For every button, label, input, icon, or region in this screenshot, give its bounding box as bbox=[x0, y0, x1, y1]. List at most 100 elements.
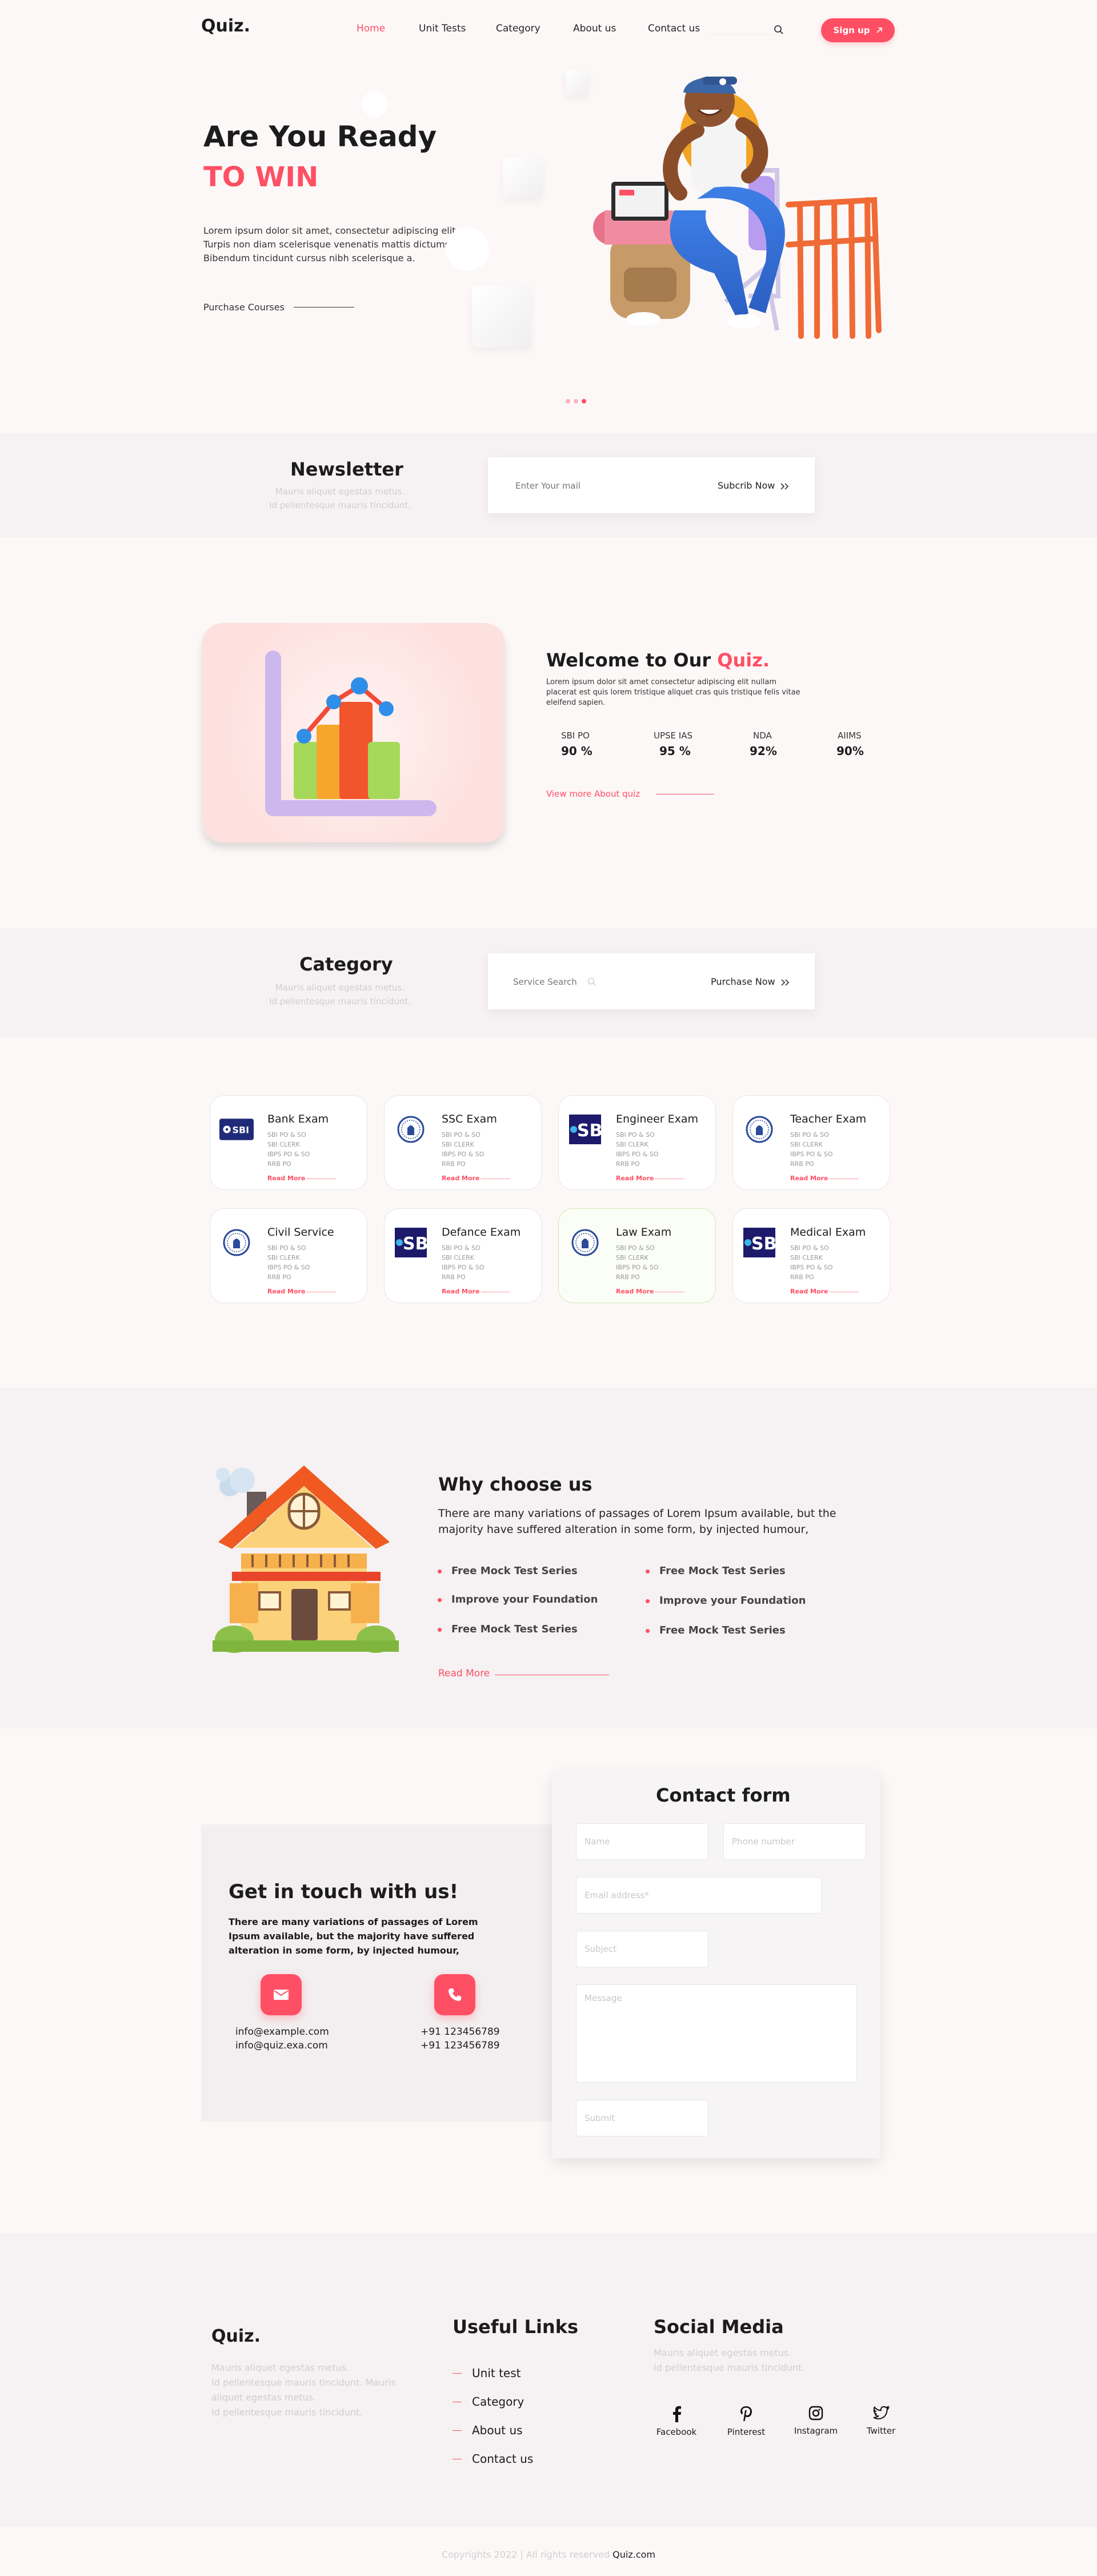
category-card[interactable]: SB Defance Exam SBI PO & SO SBI CLERK IBPS P… bbox=[384, 1208, 542, 1303]
category-card-item: RRB PO bbox=[616, 1273, 640, 1281]
category-card[interactable]: Civil Service SBI PO & SO SBI CLERK IBPS PO… bbox=[210, 1208, 367, 1303]
emblem-logo-icon bbox=[571, 1229, 599, 1256]
contact-email[interactable]: info@example.com bbox=[235, 2024, 329, 2039]
svg-text:SB: SB bbox=[403, 1234, 427, 1254]
stat-label: SBI PO bbox=[561, 730, 590, 741]
category-card-list: SBI PO & SO SBI CLERK IBPS PO & SO RRB PO bbox=[616, 1243, 658, 1282]
category-card-item: SBI CLERK bbox=[616, 1141, 648, 1148]
copyright-brand-link[interactable]: Quiz.com bbox=[612, 2549, 655, 2560]
social-text-line: Id pellentesque mauris tincidunt. bbox=[654, 2362, 805, 2373]
category-card[interactable]: SB Engineer Exam SBI PO & SO SBI CLERK IBPS … bbox=[558, 1095, 716, 1190]
category-read-more-link[interactable]: Read More bbox=[616, 1175, 654, 1182]
category-read-more-link[interactable]: Read More bbox=[442, 1175, 479, 1182]
phone-number-input[interactable] bbox=[723, 1823, 866, 1860]
category-card-title: Teacher Exam bbox=[790, 1113, 867, 1125]
footer-logo[interactable]: Quiz. bbox=[211, 2326, 261, 2346]
carousel-dot[interactable] bbox=[574, 399, 578, 404]
nav-unit-tests[interactable]: Unit Tests bbox=[419, 23, 466, 34]
footer-about-line: Mauris aliquet egestas metus. bbox=[211, 2362, 350, 2373]
category-card[interactable]: SBI Bank Exam SBI PO & SO SBI CLERK IBPS PO … bbox=[210, 1095, 367, 1190]
phone-button[interactable] bbox=[434, 1974, 475, 2015]
submit-button[interactable]: Submit bbox=[576, 2100, 708, 2136]
category-card-item: SBI CLERK bbox=[267, 1141, 300, 1148]
category-card-item: RRB PO bbox=[267, 1273, 291, 1281]
view-more-about-link[interactable]: View more About quiz bbox=[546, 789, 640, 799]
facebook-icon bbox=[673, 2406, 681, 2422]
nav-home[interactable]: Home bbox=[357, 23, 385, 34]
footer-section bbox=[0, 2234, 1097, 2526]
purchase-now-button[interactable]: Purchase Now bbox=[711, 976, 791, 987]
category-card[interactable]: Law Exam SBI PO & SO SBI CLERK IBPS PO & SO… bbox=[558, 1208, 716, 1303]
emblem-logo-icon bbox=[397, 1116, 425, 1143]
category-card-item: SBI CLERK bbox=[442, 1254, 474, 1261]
category-card-item: SBI CLERK bbox=[616, 1254, 648, 1261]
social-pinterest[interactable]: Pinterest bbox=[718, 2405, 775, 2437]
nav-about-us[interactable]: About us bbox=[573, 23, 616, 34]
email-address-input[interactable] bbox=[576, 1877, 822, 1914]
contact-email[interactable]: info@quiz.exa.com bbox=[235, 2038, 328, 2053]
footer-link-contact-us[interactable]: Contact us bbox=[452, 2452, 533, 2466]
social-twitter[interactable]: Twitter bbox=[852, 2405, 910, 2436]
footer-link-category[interactable]: Category bbox=[452, 2395, 524, 2409]
signup-button[interactable]: Sign up bbox=[821, 18, 895, 42]
copyright-text: Copyrights 2022 | All rights reserved bbox=[441, 2549, 613, 2560]
decor-sphere bbox=[446, 227, 489, 271]
nav-contact-us[interactable]: Contact us bbox=[648, 23, 700, 34]
category-card-item: SBI CLERK bbox=[267, 1254, 300, 1261]
social-instagram[interactable]: Instagram bbox=[787, 2405, 844, 2436]
category-text-1: Mauris aliquet egestas metus. bbox=[275, 983, 405, 993]
message-textarea[interactable] bbox=[576, 1984, 857, 2083]
newsletter-email-input[interactable] bbox=[515, 474, 687, 497]
email-button[interactable] bbox=[261, 1974, 302, 2015]
site-logo[interactable]: Quiz. bbox=[201, 16, 250, 36]
category-card-item: SBI PO & SO bbox=[790, 1131, 829, 1139]
carousel-dot[interactable] bbox=[566, 399, 570, 404]
category-card-item: IBPS PO & SO bbox=[442, 1264, 485, 1271]
get-in-touch-card bbox=[201, 1824, 553, 2122]
footer-link-unit-test[interactable]: Unit test bbox=[452, 2366, 521, 2380]
search-icon[interactable] bbox=[774, 25, 784, 35]
why-item: Free Mock Test Series bbox=[438, 1623, 578, 1635]
category-card-item: RRB PO bbox=[442, 1160, 466, 1168]
contact-form-title: Contact form bbox=[656, 1784, 791, 1806]
category-read-more-link[interactable]: Read More bbox=[442, 1288, 479, 1295]
category-card[interactable]: SB Medical Exam SBI PO & SO SBI CLERK IBPS P… bbox=[732, 1208, 890, 1303]
stat-value: 90% bbox=[836, 744, 864, 758]
category-card-item: SBI PO & SO bbox=[267, 1131, 306, 1139]
nav-category[interactable]: Category bbox=[496, 23, 541, 34]
category-card-item: IBPS PO & SO bbox=[790, 1264, 833, 1271]
service-search-input[interactable] bbox=[513, 971, 593, 993]
category-card-item: IBPS PO & SO bbox=[616, 1264, 659, 1271]
hero-character-illustration bbox=[593, 77, 882, 339]
contact-phone[interactable]: +91 123456789 bbox=[421, 2024, 500, 2039]
subject-input[interactable] bbox=[576, 1931, 708, 1967]
newsletter-box: Subcrib Now bbox=[488, 457, 815, 513]
welcome-description: Lorem ipsum dolor sit amet consectetur a… bbox=[546, 678, 800, 707]
why-choose-title: Why choose us bbox=[438, 1473, 592, 1495]
contact-phone[interactable]: +91 123456789 bbox=[421, 2038, 500, 2053]
category-card-title: Defance Exam bbox=[442, 1226, 521, 1239]
category-read-more-link[interactable]: Read More bbox=[267, 1175, 305, 1182]
category-read-more-link[interactable]: Read More bbox=[267, 1288, 305, 1295]
search-icon bbox=[587, 977, 596, 986]
signup-label: Sign up bbox=[833, 25, 870, 35]
footer-logo-text: Quiz. bbox=[211, 2326, 261, 2346]
category-read-more-link[interactable]: Read More bbox=[790, 1288, 828, 1295]
purchase-courses-link[interactable]: Purchase Courses bbox=[203, 302, 285, 313]
footer-link-about-us[interactable]: About us bbox=[453, 2423, 523, 2437]
bar-chart-illustration bbox=[265, 650, 437, 816]
category-card[interactable]: SSC Exam SBI PO & SO SBI CLERK IBPS PO & SO… bbox=[384, 1095, 542, 1190]
social-media-title: Social Media bbox=[654, 2316, 784, 2338]
newsletter-text-2: Id pellentesque mauris tincidunt. bbox=[269, 500, 411, 510]
category-card[interactable]: Teacher Exam SBI PO & SO SBI CLERK IBPS PO … bbox=[732, 1095, 890, 1190]
why-read-more-link[interactable]: Read More bbox=[438, 1668, 490, 1679]
category-read-more-link[interactable]: Read More bbox=[616, 1288, 654, 1295]
category-card-item: SBI CLERK bbox=[790, 1254, 823, 1261]
category-read-more-link[interactable]: Read More bbox=[790, 1175, 828, 1182]
social-facebook[interactable]: Facebook bbox=[648, 2405, 705, 2437]
name-input[interactable] bbox=[576, 1823, 708, 1860]
carousel-dot-active[interactable] bbox=[582, 399, 586, 404]
category-card-item: RRB PO bbox=[790, 1273, 814, 1281]
subscribe-button[interactable]: Subcrib Now bbox=[718, 480, 790, 491]
category-logo: SB bbox=[394, 1228, 428, 1257]
